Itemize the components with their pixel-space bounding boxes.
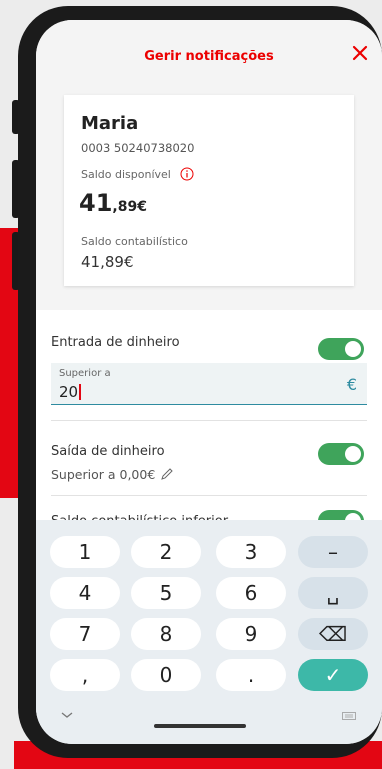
header: Gerir notificações bbox=[36, 20, 382, 96]
income-toggle[interactable] bbox=[318, 338, 364, 360]
account-number: 0003 50240738020 bbox=[81, 141, 195, 155]
divider bbox=[51, 420, 367, 421]
key-6[interactable]: 6 bbox=[216, 577, 286, 609]
available-balance: 41,89€ bbox=[79, 189, 147, 217]
income-threshold-label: Superior a bbox=[59, 368, 111, 379]
key-comma[interactable]: , bbox=[50, 659, 120, 691]
key-9[interactable]: 9 bbox=[216, 618, 286, 650]
key-space[interactable]: ␣ bbox=[298, 577, 368, 609]
outgoing-label: Saída de dinheiro bbox=[51, 444, 165, 459]
euro-icon: € bbox=[346, 375, 357, 394]
app-screen: Gerir notificações Maria 0003 5024073802… bbox=[36, 20, 382, 744]
key-7[interactable]: 7 bbox=[50, 618, 120, 650]
key-8[interactable]: 8 bbox=[131, 618, 201, 650]
outgoing-threshold: Superior a 0,00€ bbox=[51, 467, 156, 482]
key-0[interactable]: 0 bbox=[131, 659, 201, 691]
available-balance-label: Saldo disponível bbox=[81, 168, 171, 181]
numeric-keyboard: 1 2 3 – 4 5 6 ␣ 7 8 9 ⌫ , 0 . ✓ bbox=[36, 520, 382, 744]
income-threshold-input[interactable]: 20 bbox=[59, 383, 82, 401]
key-minus[interactable]: – bbox=[298, 536, 368, 568]
income-threshold-value: 20 bbox=[59, 383, 79, 401]
balance-integer: 41 bbox=[79, 189, 113, 217]
chevron-down-icon[interactable] bbox=[60, 710, 74, 720]
income-threshold-field[interactable]: Superior a 20 € bbox=[51, 363, 367, 405]
keyboard-icon[interactable] bbox=[342, 712, 356, 720]
info-icon[interactable] bbox=[180, 167, 194, 181]
outgoing-toggle[interactable] bbox=[318, 443, 364, 465]
edit-icon[interactable] bbox=[160, 467, 174, 481]
close-icon[interactable] bbox=[348, 41, 372, 65]
home-indicator bbox=[154, 724, 246, 728]
key-5[interactable]: 5 bbox=[131, 577, 201, 609]
key-3[interactable]: 3 bbox=[216, 536, 286, 568]
keyboard-navigation-bar bbox=[36, 700, 382, 744]
key-backspace[interactable]: ⌫ bbox=[298, 618, 368, 650]
accounting-balance-label: Saldo contabilístico bbox=[81, 235, 188, 248]
divider bbox=[51, 495, 367, 496]
key-1[interactable]: 1 bbox=[50, 536, 120, 568]
key-4[interactable]: 4 bbox=[50, 577, 120, 609]
key-2[interactable]: 2 bbox=[131, 536, 201, 568]
page-title: Gerir notificações bbox=[144, 49, 274, 64]
text-cursor bbox=[79, 384, 82, 400]
income-label: Entrada de dinheiro bbox=[51, 335, 180, 350]
key-confirm[interactable]: ✓ bbox=[298, 659, 368, 691]
accounting-balance-value: 41,89€ bbox=[81, 253, 134, 271]
balance-decimal: ,89€ bbox=[112, 199, 147, 215]
account-holder-name: Maria bbox=[81, 113, 139, 134]
key-period[interactable]: . bbox=[216, 659, 286, 691]
account-card: Maria 0003 50240738020 Saldo disponível … bbox=[64, 95, 354, 286]
